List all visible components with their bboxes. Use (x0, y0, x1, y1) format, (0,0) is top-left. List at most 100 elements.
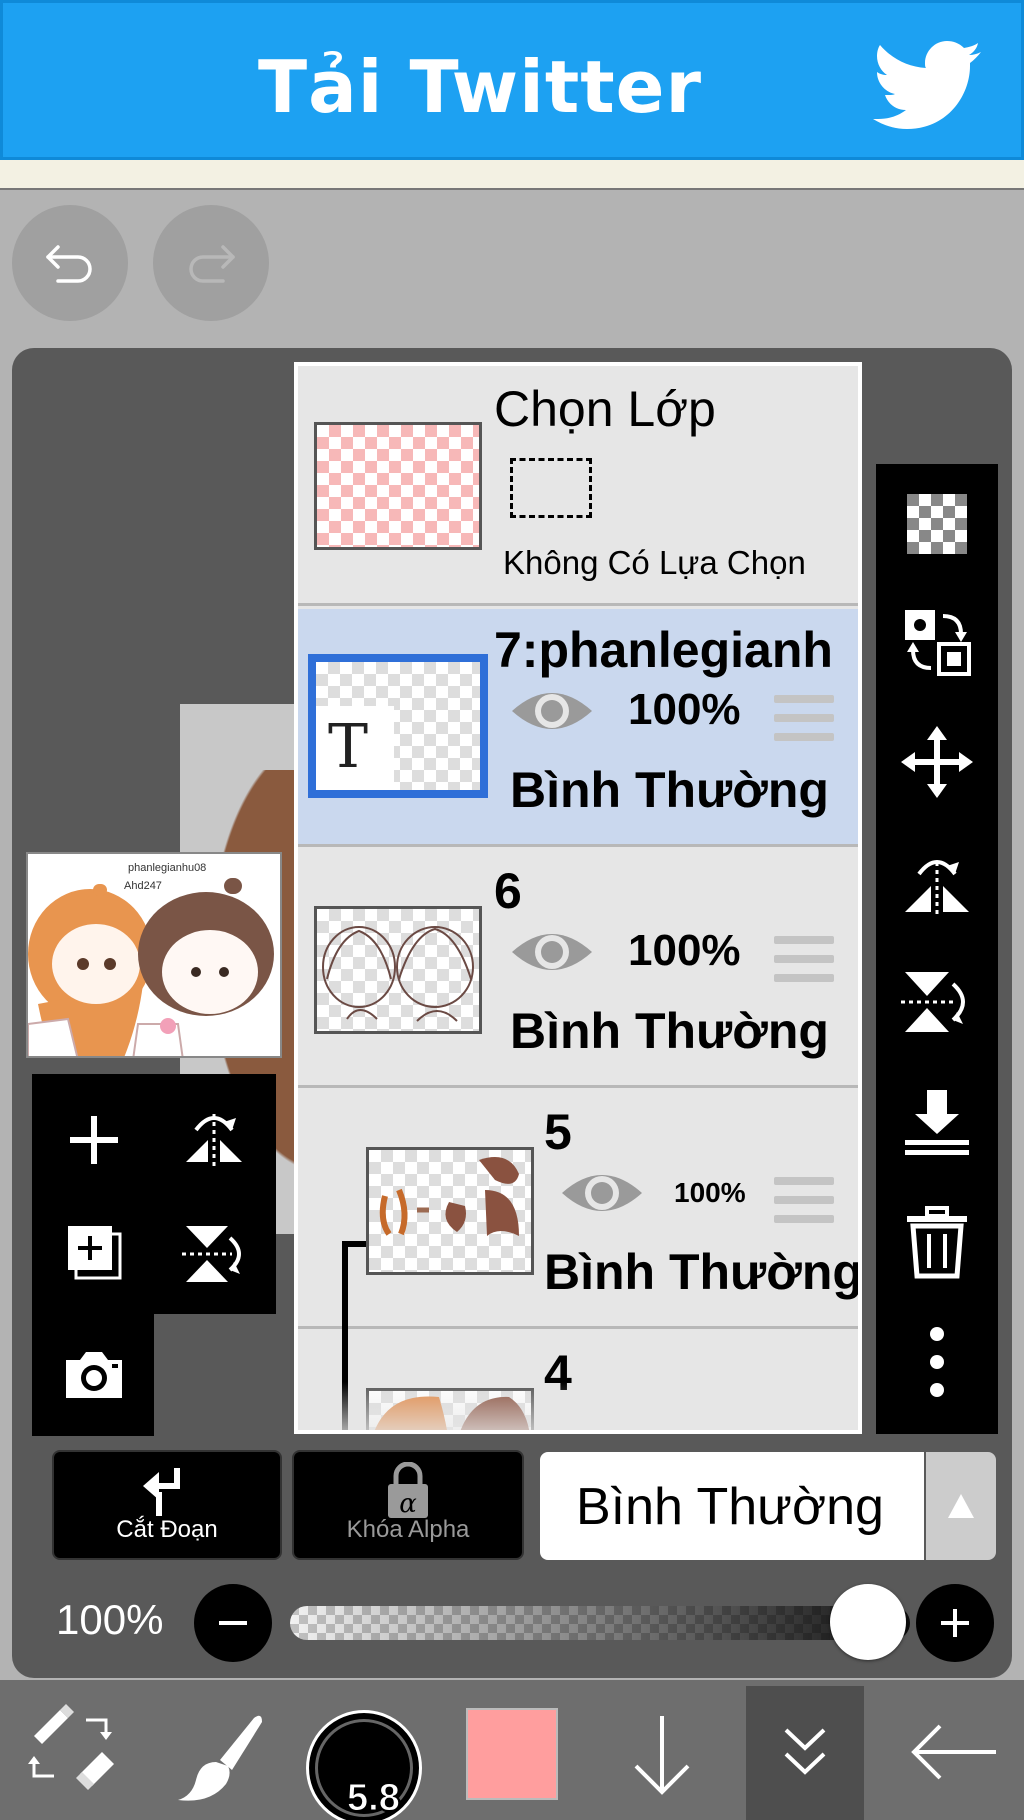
blend-mode-select[interactable]: Bình Thường (540, 1452, 924, 1560)
layer-name: 7:phanlegianh (494, 622, 833, 678)
more-vertical-icon (930, 1327, 944, 1397)
selection-layer-title: Chọn Lớp (494, 381, 716, 437)
undo-icon (46, 245, 92, 283)
thumbnail-caption-2: Ahd247 (124, 880, 162, 892)
delete-layer-button[interactable] (897, 1202, 977, 1282)
layer-row-6[interactable]: 6 100% Bình Thường (298, 850, 858, 1088)
left-tools-lower (32, 1314, 154, 1436)
drag-handle-icon[interactable] (774, 695, 834, 745)
layer-blend-mode: Bình Thường (510, 1003, 829, 1059)
layer-blend-mode: Bình Thường (544, 1244, 862, 1300)
canvas-thumbnail[interactable]: phanlegianhu08 Ahd247 (26, 852, 282, 1058)
layers-panel-button[interactable] (746, 1686, 864, 1820)
layer-row-5[interactable]: 5 100% Bình Thường (298, 1091, 858, 1333)
brush-tool-button[interactable] (170, 1700, 270, 1810)
list-fade (298, 1382, 858, 1430)
right-layer-toolbar (876, 464, 998, 1434)
layer-row-7[interactable]: T 7:phanlegianh 100% Bình Thường (298, 609, 858, 847)
swap-layer-button[interactable] (897, 602, 977, 682)
back-button[interactable] (900, 1700, 1004, 1810)
selection-layer-status: Không Có Lựa Chọn (503, 544, 806, 581)
move-icon (901, 726, 973, 798)
eye-icon[interactable] (560, 1165, 644, 1221)
blend-mode-value: Bình Thường (576, 1478, 884, 1536)
transparent-fill-button[interactable] (897, 484, 977, 564)
redo-button[interactable] (153, 205, 269, 321)
layer-add-icon (68, 1226, 122, 1280)
arrow-down-icon (634, 1716, 690, 1795)
merge-down-icon (905, 1090, 969, 1155)
brush-size-value: 5.8 (347, 1777, 401, 1820)
undo-button[interactable] (12, 205, 128, 321)
text-layer-icon: T (328, 712, 369, 782)
flip-vertical-icon (901, 972, 965, 1032)
ad-title: Tải Twitter (258, 45, 703, 129)
layer-opacity: 100% (628, 685, 741, 734)
opacity-decrease-button[interactable] (194, 1584, 272, 1662)
brush-size-button[interactable]: 5.8 (306, 1710, 422, 1820)
eye-icon[interactable] (510, 924, 594, 980)
opacity-label: 100% (56, 1596, 164, 1643)
layer-thumbnail (314, 906, 482, 1034)
import-photo-button[interactable] (54, 1334, 134, 1414)
selection-layer-thumbnail (314, 422, 482, 550)
color-picker-button[interactable] (466, 1708, 558, 1800)
ad-strip (0, 160, 1024, 190)
flip-layer-horizontal-button[interactable] (897, 842, 977, 922)
triangle-up-icon (948, 1494, 974, 1518)
clipping-tree-line (342, 1241, 348, 1333)
opacity-increase-button[interactable] (916, 1584, 994, 1662)
redo-icon (189, 245, 235, 283)
selection-layer-row[interactable]: Chọn Lớp Không Có Lựa Chọn (298, 366, 858, 606)
brush-icon (178, 1715, 262, 1801)
alpha-lock-label: Khóa Alpha (346, 1516, 470, 1543)
flip-horizontal-icon (905, 860, 969, 916)
flip-vertical-button[interactable] (174, 1214, 254, 1294)
plus-icon (941, 1609, 969, 1637)
selection-marquee-icon (510, 458, 592, 518)
eye-icon[interactable] (510, 683, 594, 739)
plus-icon (70, 1116, 118, 1164)
hair-color-thumbnail (379, 1157, 519, 1236)
thumbnail-caption-1: phanlegianhu08 (128, 862, 207, 874)
clipping-button[interactable]: Cắt Đoạn (52, 1450, 282, 1560)
ad-banner[interactable]: Tải Twitter (0, 0, 1024, 160)
merge-down-button[interactable] (897, 1082, 977, 1162)
add-layer-button[interactable] (54, 1100, 134, 1180)
flip-horizontal-button[interactable] (174, 1100, 254, 1180)
layer-name: 6 (494, 863, 522, 919)
layer-thumbnail (366, 1147, 534, 1275)
flip-horizontal-icon (186, 1114, 242, 1166)
layer-row-4[interactable]: 4 (298, 1332, 858, 1430)
layer-blend-mode: Bình Thường (510, 762, 829, 818)
checkerboard-icon (907, 494, 967, 554)
drag-handle-icon[interactable] (774, 936, 834, 986)
layer-opacity: 100% (674, 1177, 746, 1208)
layer-down-button[interactable] (612, 1696, 712, 1806)
opacity-slider-track[interactable] (290, 1606, 910, 1640)
chevron-double-down-icon (784, 1728, 826, 1775)
flip-vertical-icon (182, 1226, 241, 1282)
move-layer-button[interactable] (897, 722, 977, 802)
flip-layer-vertical-button[interactable] (897, 962, 977, 1042)
arrow-left-icon (911, 1724, 996, 1780)
opacity-slider-knob[interactable] (830, 1584, 906, 1660)
minus-icon (219, 1621, 247, 1625)
swap-icon (905, 610, 971, 676)
camera-icon (66, 1352, 122, 1398)
more-options-button[interactable] (897, 1322, 977, 1402)
blend-mode-dropdown-button[interactable] (926, 1452, 996, 1560)
clipping-arrow-icon (143, 1468, 180, 1516)
clipping-label: Cắt Đoạn (116, 1516, 218, 1543)
layer-name: 5 (544, 1104, 572, 1160)
twitter-bird-icon (873, 41, 981, 129)
drag-handle-icon[interactable] (774, 1177, 834, 1227)
alpha-lock-button[interactable]: α Khóa Alpha (292, 1450, 524, 1560)
layer-opacity: 100% (628, 926, 741, 975)
tool-switch-button[interactable] (20, 1690, 120, 1800)
svg-text:α: α (399, 1489, 417, 1519)
layer-list[interactable]: Chọn Lớp Không Có Lựa Chọn T 7:phanlegia… (294, 362, 862, 1434)
layer-thumbnail: T (308, 654, 488, 798)
text-layer-marker: T (316, 706, 394, 790)
add-copy-layer-button[interactable] (54, 1214, 134, 1294)
